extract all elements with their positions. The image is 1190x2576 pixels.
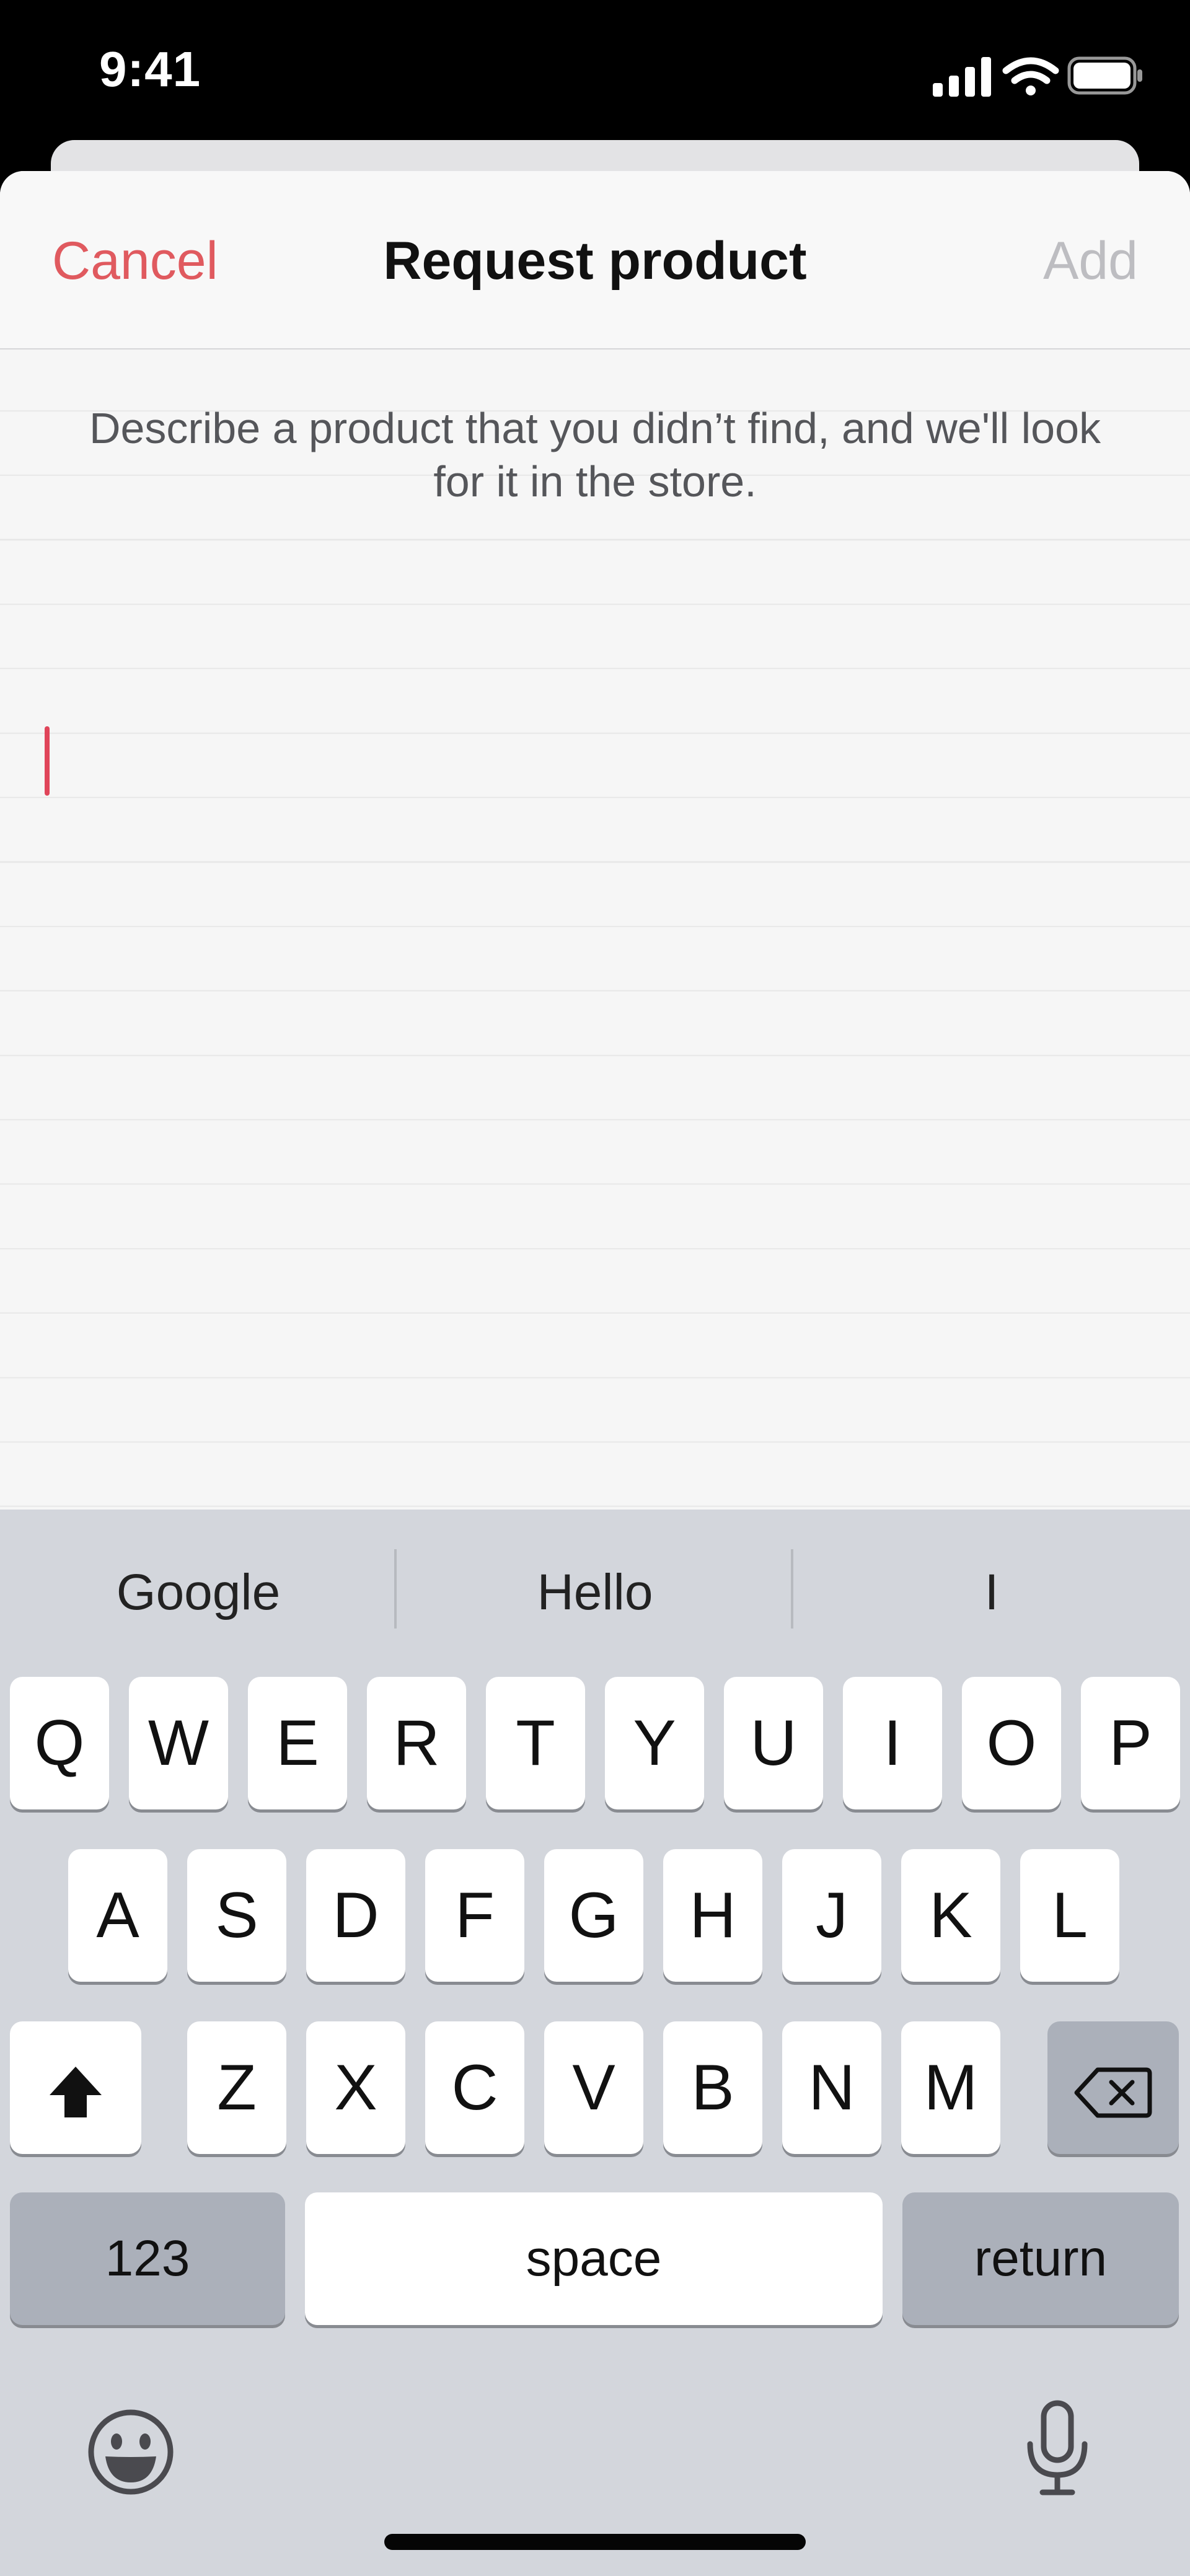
key-l[interactable]: L [1020, 1849, 1119, 1982]
key-o[interactable]: O [962, 1677, 1061, 1809]
key-b[interactable]: B [663, 2021, 762, 2154]
return-key[interactable]: return [902, 2192, 1179, 2325]
backspace-key[interactable] [1047, 2021, 1179, 2154]
key-s[interactable]: S [187, 1849, 286, 1982]
key-q[interactable]: Q [10, 1677, 109, 1809]
suggestion-2[interactable]: Hello [397, 1555, 793, 1630]
suggestion-3[interactable]: I [793, 1555, 1190, 1630]
key-k[interactable]: K [901, 1849, 1000, 1982]
key-r[interactable]: R [367, 1677, 466, 1809]
status-icons [933, 55, 1144, 98]
text-caret [45, 726, 50, 796]
key-g[interactable]: G [544, 1849, 643, 1982]
shift-key[interactable] [10, 2021, 141, 2154]
key-u[interactable]: U [724, 1677, 823, 1809]
key-a[interactable]: A [68, 1849, 167, 1982]
microphone-icon [1027, 2400, 1088, 2495]
key-z[interactable]: Z [187, 2021, 286, 2154]
space-key[interactable]: space [305, 2192, 883, 2325]
key-m[interactable]: M [901, 2021, 1000, 2154]
add-button[interactable]: Add [1043, 231, 1138, 292]
page-title: Request product [383, 231, 807, 291]
key-p[interactable]: P [1081, 1677, 1180, 1809]
keyboard: Google Hello I Q W E R T Y U I O P A S D… [0, 1510, 1190, 2576]
key-d[interactable]: D [306, 1849, 405, 1982]
key-v[interactable]: V [544, 2021, 643, 2154]
key-w[interactable]: W [129, 1677, 228, 1809]
wifi-icon [1002, 57, 1059, 95]
emoji-icon [88, 2409, 174, 2495]
key-t[interactable]: T [486, 1677, 585, 1809]
numbers-key[interactable]: 123 [10, 2192, 285, 2325]
key-e[interactable]: E [248, 1677, 347, 1809]
key-x[interactable]: X [306, 2021, 405, 2154]
key-n[interactable]: N [782, 2021, 881, 2154]
backspace-icon [1074, 2067, 1152, 2118]
key-j[interactable]: J [782, 1849, 881, 1982]
description-text: Describe a product that you didn’t find,… [89, 404, 1101, 506]
key-f[interactable]: F [425, 1849, 524, 1982]
battery-icon [1067, 56, 1142, 95]
lined-notepad [0, 349, 1190, 1510]
home-indicator [384, 2534, 806, 2550]
emoji-button[interactable] [84, 2406, 177, 2502]
key-y[interactable]: Y [605, 1677, 704, 1809]
request-product-sheet: Cancel Request product Add Describe a pr… [0, 171, 1190, 1510]
status-bar: 9:41 [0, 0, 1190, 149]
cellular-signal-icon [933, 57, 991, 97]
key-h[interactable]: H [663, 1849, 762, 1982]
key-i[interactable]: I [843, 1677, 942, 1809]
shift-icon [50, 2066, 102, 2117]
microphone-button[interactable] [1020, 2399, 1095, 2502]
status-time: 9:41 [99, 42, 201, 97]
suggestion-1[interactable]: Google [0, 1555, 397, 1630]
navigation-bar: Cancel Request product Add [0, 171, 1190, 349]
product-description-input[interactable] [52, 716, 1145, 804]
key-c[interactable]: C [425, 2021, 524, 2154]
